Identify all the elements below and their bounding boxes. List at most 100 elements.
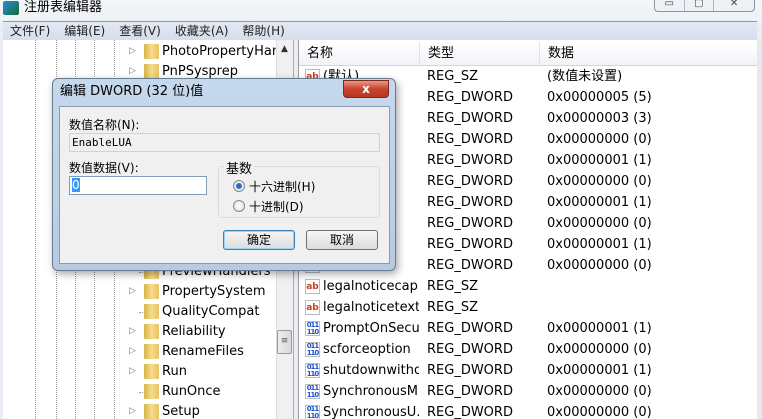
value-type: REG_DWORD: [427, 90, 513, 105]
value-name: legalnoticecap...: [323, 279, 419, 294]
value-data: 0x00000000 (0): [547, 174, 652, 189]
string-value-icon: ab: [305, 300, 320, 315]
list-row[interactable]: 011 110 SynchronousU... REG_DWORD 0x00000000…: [299, 402, 757, 419]
value-type: REG_DWORD: [427, 195, 513, 210]
scroll-up-arrow-icon[interactable]: ▲: [276, 41, 293, 58]
tree-item-label: PropertySystem: [162, 284, 266, 299]
folder-icon: [144, 324, 159, 339]
expand-arrow-icon[interactable]: ▷: [129, 46, 136, 56]
list-row[interactable]: ablegalnoticecap... REG_SZ: [299, 276, 757, 297]
expand-arrow-icon[interactable]: ▷: [129, 326, 136, 336]
tree-item-label: PhotoPropertyHand: [162, 44, 289, 59]
expand-arrow-icon[interactable]: ▷: [129, 286, 136, 296]
regedit-app-icon: [3, 1, 19, 15]
tree-item[interactable]: ▷ Reliability: [3, 322, 276, 342]
tree-item[interactable]: QualityCompat: [3, 302, 276, 322]
value-data: 0x00000003 (3): [547, 111, 652, 126]
hex-radio-label[interactable]: 十六进制(H): [249, 178, 315, 195]
value-name: legalnoticetext: [323, 300, 419, 315]
value-data: 0x00000000 (0): [547, 384, 652, 399]
value-data-label: 数值数据(V):: [69, 161, 139, 175]
dialog-close-button[interactable]: x: [343, 80, 389, 98]
column-header-data[interactable]: 数据: [540, 42, 757, 66]
value-data: 0x00000001 (1): [547, 321, 652, 336]
tree-item[interactable]: ▷ PropertySystem: [3, 282, 276, 302]
scrollbar-thumb[interactable]: ≡: [277, 330, 292, 354]
value-type: REG_SZ: [427, 69, 478, 84]
value-data: (数值未设置): [547, 69, 623, 84]
value-data-text: 0: [72, 178, 80, 192]
value-data: 0x00000001 (1): [547, 195, 652, 210]
hex-radio[interactable]: [233, 180, 245, 192]
value-type: REG_DWORD: [427, 174, 513, 189]
expand-arrow-icon[interactable]: ▷: [129, 346, 136, 356]
value-name: SynchronousM...: [323, 384, 419, 399]
dec-radio[interactable]: [233, 200, 245, 212]
folder-icon: [144, 284, 159, 299]
expand-arrow-icon[interactable]: ▷: [129, 366, 136, 376]
value-data: 0x00000000 (0): [547, 258, 652, 273]
value-type: REG_DWORD: [427, 405, 513, 419]
value-data: 0x00000001 (1): [547, 237, 652, 252]
tree-item-label: Run: [162, 364, 187, 379]
list-header: 名称 类型 数据: [299, 42, 757, 66]
expand-arrow-icon[interactable]: ▷: [129, 406, 136, 416]
binary-value-icon: 011110: [305, 363, 320, 378]
list-row[interactable]: ab legalnoticetext REG_SZ: [299, 297, 757, 318]
folder-icon: [144, 344, 159, 359]
tree-item[interactable]: ▷ Setup: [3, 402, 276, 419]
value-type: REG_DWORD: [427, 384, 513, 399]
title-bar: [0, 0, 762, 21]
value-type: REG_DWORD: [427, 321, 513, 336]
tree-item[interactable]: ▷ Run: [3, 362, 276, 382]
folder-icon: [144, 384, 159, 399]
value-data: 0x00000005 (5): [547, 90, 652, 105]
tree-item[interactable]: ▷ PhotoPropertyHand: [3, 42, 288, 62]
tree-item-label: RenameFiles: [162, 344, 244, 359]
tree-item-label: Reliability: [162, 324, 226, 339]
menu-favorites[interactable]: 收藏夹(A): [168, 22, 236, 40]
expand-arrow-icon[interactable]: ▷: [129, 66, 136, 76]
tree-item[interactable]: ▷ RenameFiles: [3, 342, 276, 362]
menu-file[interactable]: 文件(F): [3, 22, 57, 40]
tree-item-label: RunOnce: [162, 384, 221, 399]
value-data-input[interactable]: 0: [69, 176, 207, 195]
value-type: REG_DWORD: [427, 363, 513, 378]
tree-item-label: QualityCompat: [162, 304, 260, 319]
close-window-button[interactable]: ✕: [714, 0, 754, 11]
maximize-button[interactable]: ▢: [685, 0, 715, 11]
dec-radio-label[interactable]: 十进制(D): [249, 198, 304, 215]
value-type: REG_DWORD: [427, 132, 513, 147]
dialog-body: 数值名称(N): EnableLUA 数值数据(V): 0 基数 十六进制(H)…: [59, 106, 390, 264]
menu-view[interactable]: 查看(V): [112, 22, 168, 40]
tree-item[interactable]: RunOnce: [3, 382, 276, 402]
value-type: REG_DWORD: [427, 216, 513, 231]
base-group-title: 基数: [224, 158, 255, 177]
menu-help[interactable]: 帮助(H): [235, 22, 291, 40]
value-name: PromptOnSecu...: [323, 321, 419, 336]
edit-dword-dialog: 编辑 DWORD (32 位)值 x 数值名称(N): EnableLUA 数值…: [52, 78, 396, 271]
value-data: 0x00000000 (0): [547, 342, 652, 357]
folder-icon: [144, 304, 159, 319]
list-row[interactable]: 011110PromptOnSecu... REG_DWORD 0x00000001…: [299, 318, 757, 339]
column-header-type[interactable]: 类型: [420, 42, 540, 66]
column-header-name[interactable]: 名称: [299, 42, 420, 66]
tree-item-label: Setup: [162, 404, 200, 419]
list-row[interactable]: 011 110 scforceoption REG_DWORD 0x00000000 (…: [299, 339, 757, 360]
minimize-button[interactable]: ▭: [655, 0, 685, 11]
binary-value-icon: 011110: [305, 342, 320, 357]
cancel-button[interactable]: 取消: [306, 230, 378, 250]
string-value-icon: ab: [305, 279, 320, 294]
list-row[interactable]: 011110SynchronousM... REG_DWORD 0x00000000…: [299, 381, 757, 402]
menu-edit[interactable]: 编辑(E): [57, 22, 112, 40]
list-row[interactable]: 011110shutdownwitho... REG_DWORD 0x0000000…: [299, 360, 757, 381]
value-type: REG_SZ: [427, 300, 478, 315]
value-data: 0x00000000 (0): [547, 132, 652, 147]
binary-value-icon: 011110: [305, 321, 320, 336]
ok-button[interactable]: 确定: [223, 230, 295, 250]
window-right-edge: [757, 40, 762, 419]
value-name: shutdownwitho...: [323, 363, 419, 378]
window-title: 注册表编辑器: [24, 0, 103, 15]
value-type: REG_DWORD: [427, 342, 513, 357]
value-type: REG_SZ: [427, 279, 478, 294]
